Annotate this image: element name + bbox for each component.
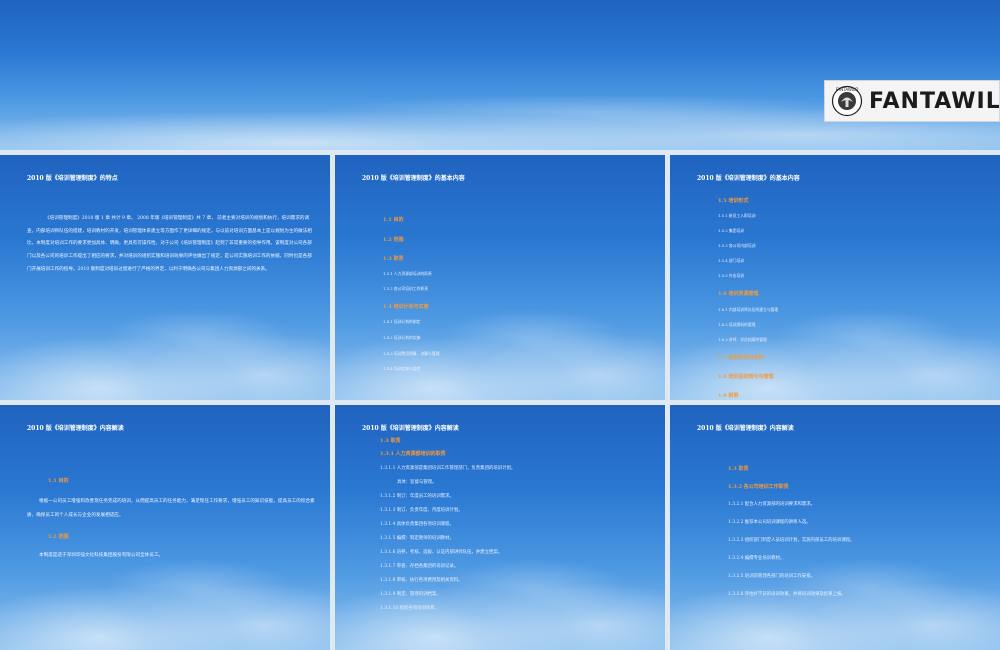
- detail-line: 1.3.2.1 配合人力资源部的培训要求和需求。: [728, 502, 816, 507]
- detail-line: 1.3.2.6 评估好学员的培训效果，并将培训效果及结果上报。: [728, 592, 846, 597]
- toc-subitem: 1.6.1 内部培训师队伍的建立与管理: [718, 307, 779, 312]
- slide-thumbnail-5[interactable]: 2010 版《培训管理制度》内容解读 1.3 职责 1.3.1 人力资源部培训的…: [335, 405, 665, 650]
- section-heading: 1.3 职责: [728, 466, 749, 472]
- slide-thumbnail-1[interactable]: 2010 版《培训管理制度》的特点 《培训管理制度》2010 版 1 章 共计 …: [0, 155, 330, 400]
- detail-line: 1.3.1.10 组织各项培训项目。: [380, 606, 440, 611]
- toc-subitem: 1.3.2 各公司培训工作职责: [383, 286, 429, 291]
- section-subheading: 1.3.2 各公司培训工作职责: [728, 484, 789, 490]
- detail-line: 1.3.2.2 推荐本公司培训课程的讲师人选。: [728, 520, 811, 525]
- detail-line: 具体：监督与管理。: [397, 480, 437, 485]
- slide-paragraph: 《培训管理制度》2010 版 1 章 共计 9 章。 2008 年版《培训管理制…: [27, 216, 312, 272]
- toc-subitem: 1.5.1 新员工入职培训: [718, 213, 756, 218]
- slide-thumbnail-4[interactable]: 2010 版《培训管理制度》内容解读 1.1 目的 根据一公司员工增强和改善现任…: [0, 405, 330, 650]
- section-heading: 1.2 范围: [48, 534, 69, 540]
- detail-line: 1.3.1.5 编撰：制定教师的培训教材。: [380, 536, 454, 541]
- toc-subitem: 1.4.2 培训计划的实施: [383, 335, 421, 340]
- slide-title: 2010 版《培训管理制度》内容解读: [697, 425, 794, 432]
- toc-subitem: 1.5.5 外出培训: [718, 273, 745, 278]
- slide-title: 2010 版《培训管理制度》的特点: [27, 175, 118, 182]
- detail-line: 1.3.1.2 制订：年度员工的培训需求。: [380, 494, 454, 499]
- toc-subitem: 1.5.3 各公司内部培训: [718, 243, 756, 248]
- toc-heading: 1.1 目的: [383, 217, 404, 223]
- detail-line: 1.3.2.5 培训前管理各部门的培训工作安排。: [728, 574, 816, 579]
- detail-line: 1.3.1.4 具体负责集团各项培训课程。: [380, 522, 454, 527]
- section-paragraph: 本制度是适于深圳华强文化科技集团股份有限公司全体员工。: [39, 553, 164, 558]
- toc-heading: 1.3 职责: [383, 256, 404, 262]
- slide-title: 2010 版《培训管理制度》的基本内容: [362, 175, 465, 182]
- slide-thumbnail-6[interactable]: 2010 版《培训管理制度》内容解读 1.3 职责 1.3.2 各公司培训工作职…: [670, 405, 1000, 650]
- logo-wordmark: FANTAWILD: [869, 88, 1000, 114]
- toc-heading: 1.6 培训资源管理: [718, 291, 759, 297]
- toc-heading: 1.7 培训评估与考核: [718, 355, 764, 361]
- slide-title: 2010 版《培训管理制度》内容解读: [362, 425, 459, 432]
- detail-line: 1.3.1.6 培养、考核、选拔、认证内部讲师队伍，并建立档案。: [380, 550, 503, 555]
- detail-line: 1.3.2.4 编撰专业培训教材。: [728, 556, 785, 561]
- section-heading: 1.3 职责: [380, 438, 401, 444]
- svg-text:FANTAWILD: FANTAWILD: [836, 87, 859, 92]
- toc-subitem: 1.3.1 人力资源部培训的职责: [383, 271, 432, 276]
- toc-subitem: 1.4.3 培训费用预算、决算与管理: [383, 351, 440, 356]
- detail-line: 1.3.1.7 审查、存档各集团的培训记录。: [380, 564, 459, 569]
- detail-line: 1.3.2.3 组织部门制定人员培训计划，实施内部员工的培训课程。: [728, 538, 855, 543]
- toc-heading: 1.2 范围: [383, 237, 404, 243]
- toc-heading: 1.5 培训形式: [718, 198, 749, 204]
- section-paragraph: 根据一公司员工增强和改善现任务完成的培训，从而提高员工的任务能力，满足现任工作要…: [27, 499, 315, 518]
- section-subheading: 1.3.1 人力资源部培训的职责: [380, 451, 446, 457]
- toc-subitem: 1.4.1 培训计划的制定: [383, 319, 421, 324]
- toc-subitem: 1.6.2 培训资料的管理: [718, 322, 756, 327]
- detail-line: 1.3.1.8 审核、执行各项费用及相关资料。: [380, 578, 463, 583]
- toc-subitem: 1.5.2 集团培训: [718, 228, 745, 233]
- slide-title: 2010 版《培训管理制度》内容解读: [27, 425, 124, 432]
- slide-thumbnail-3[interactable]: 2010 版《培训管理制度》的基本内容 1.5 培训形式 1.5.1 新员工入职…: [670, 155, 1000, 400]
- section-heading: 1.1 目的: [48, 478, 69, 484]
- company-logo: FANTAWILD FANTAWILD: [824, 80, 1000, 122]
- banner: FANTAWILD FANTAWILD: [0, 0, 1000, 150]
- slide-title: 2010 版《培训管理制度》的基本内容: [697, 175, 800, 182]
- logo-seal-icon: FANTAWILD: [831, 85, 863, 117]
- slide-thumbnail-2[interactable]: 2010 版《培训管理制度》的基本内容 1.1 目的 1.2 范围 1.3 职责…: [335, 155, 665, 400]
- toc-subitem: 1.5.4 部门培训: [718, 258, 745, 263]
- toc-subitem: 1.6.3 讲师、学员档案的管理: [718, 337, 767, 342]
- toc-heading: 1.9 附则: [718, 393, 739, 399]
- toc-subitem: 1.4.4 培训实施与监控: [383, 366, 421, 371]
- detail-line: 1.3.1.9 制定、管理培训档案。: [380, 592, 441, 597]
- toc-heading: 1.4 培训计划与实施: [383, 304, 429, 310]
- toc-heading: 1.8 培训后的转化与管理: [718, 374, 774, 380]
- detail-line: 1.3.1.3 制订、负责年度、月度培训计划。: [380, 508, 463, 513]
- detail-line: 1.3.1.1 人力资源部是集团培训工作管理部门，负责集团的培训计划。: [380, 466, 516, 471]
